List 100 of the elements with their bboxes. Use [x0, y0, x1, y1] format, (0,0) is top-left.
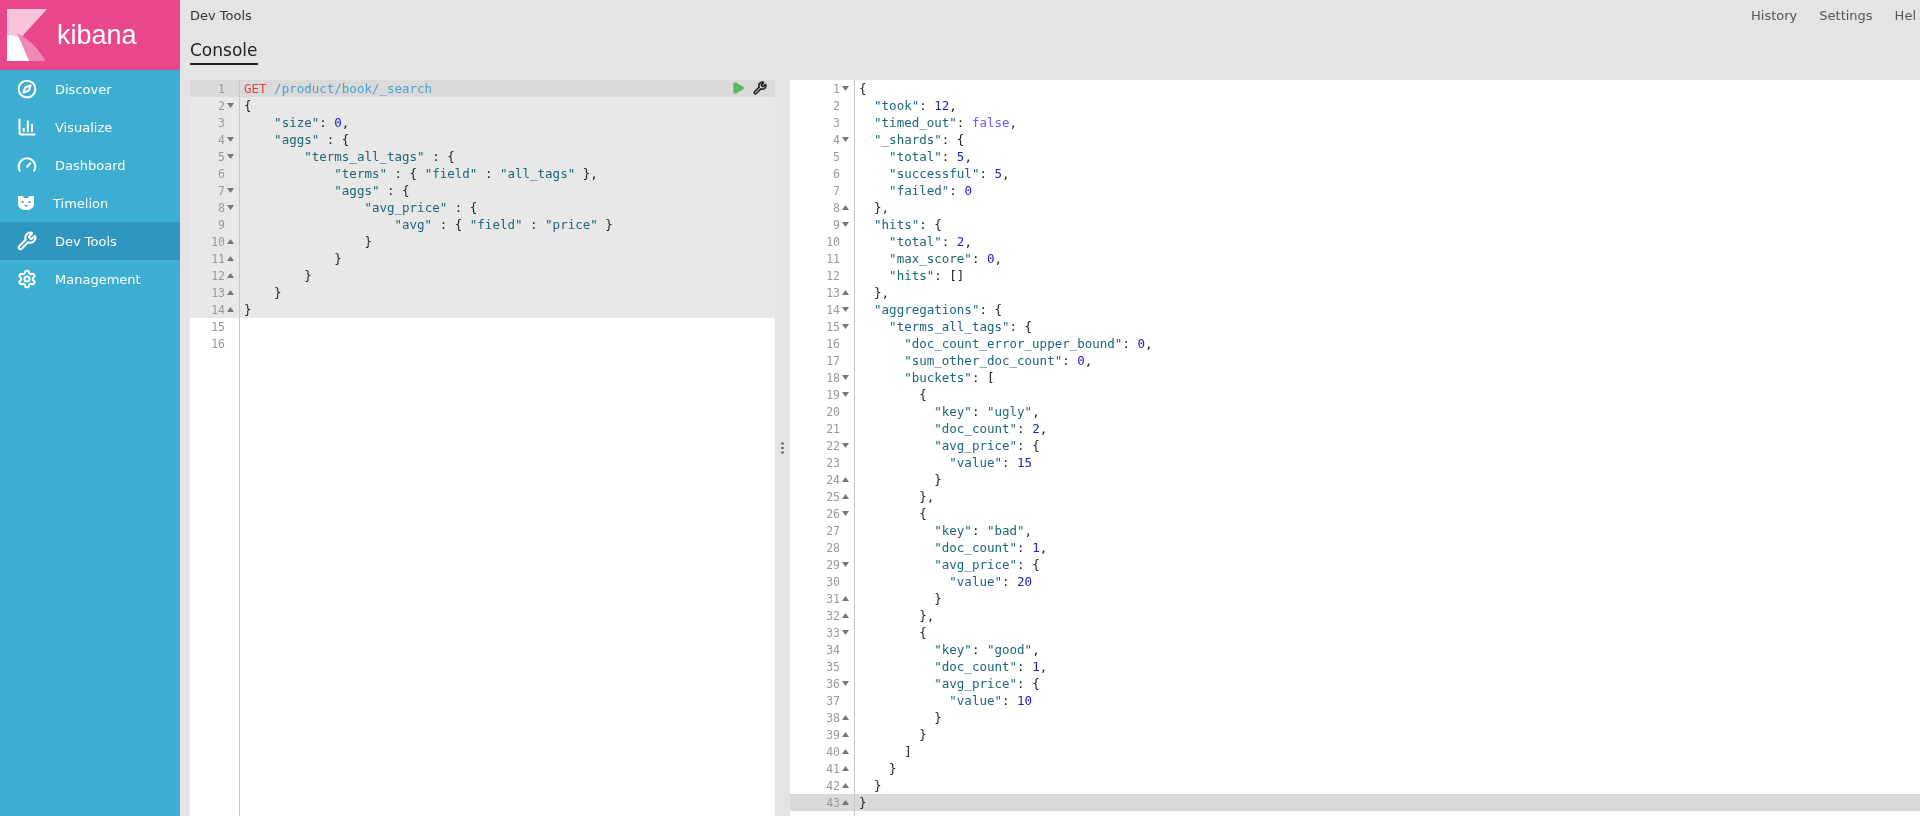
fold-close-icon[interactable] [841, 613, 849, 618]
line-number: 32 [826, 608, 840, 623]
code-line: "avg_price": { [933, 438, 1040, 453]
fold-close-icon[interactable] [841, 766, 849, 771]
code-line: { [243, 98, 252, 113]
code-line: } [933, 710, 942, 725]
compass-icon [17, 79, 37, 99]
line-number: 6 [833, 166, 840, 181]
line-number: 14 [826, 302, 840, 317]
nav-item[interactable]: Discover [0, 70, 180, 108]
code-line: "successful": 5, [888, 166, 1010, 181]
nav-item[interactable]: Management [0, 260, 180, 298]
line-number: 17 [826, 353, 840, 368]
fold-close-icon[interactable] [226, 256, 234, 261]
line-number: 11 [826, 251, 840, 266]
fold-open-icon[interactable] [226, 154, 234, 159]
fold-open-icon[interactable] [841, 443, 849, 448]
fold-close-icon[interactable] [841, 494, 849, 499]
fold-open-icon[interactable] [841, 630, 849, 635]
code-line: }, [918, 608, 935, 623]
line-number: 4 [833, 132, 840, 147]
code-line: "key": "bad", [933, 523, 1033, 538]
code-line: "_shards": { [873, 132, 965, 147]
nav-item[interactable]: Timelion [0, 184, 180, 222]
fold-close-icon[interactable] [841, 715, 849, 720]
line-number: 41 [826, 761, 840, 776]
fold-close-icon[interactable] [841, 290, 849, 295]
fold-open-icon[interactable] [841, 392, 849, 397]
line-number: 34 [826, 642, 840, 657]
fold-open-icon[interactable] [841, 86, 849, 91]
line-number: 9 [833, 217, 840, 232]
code-line: } [933, 591, 942, 606]
kibana-logo-icon [7, 9, 47, 61]
line-number: 8 [833, 200, 840, 215]
fold-open-icon[interactable] [841, 375, 849, 380]
fold-close-icon[interactable] [841, 477, 849, 482]
line-number: 29 [826, 557, 840, 572]
fold-close-icon[interactable] [841, 749, 849, 754]
fold-open-icon[interactable] [226, 103, 234, 108]
fold-close-icon[interactable] [841, 732, 849, 737]
fold-close-icon[interactable] [226, 273, 234, 278]
line-number: 43 [826, 795, 840, 810]
line-number: 16 [826, 336, 840, 351]
fold-close-icon[interactable] [226, 239, 234, 244]
logo-text: kibana [57, 19, 137, 51]
line-number: 16 [211, 336, 225, 351]
line-number: 9 [218, 217, 225, 232]
line-number: 27 [826, 523, 840, 538]
code-line: { [918, 625, 927, 640]
header-link[interactable]: Settings [1819, 8, 1873, 23]
fold-open-icon[interactable] [841, 511, 849, 516]
fold-close-icon[interactable] [226, 307, 234, 312]
code-line: "took": 12, [873, 98, 957, 113]
header-link[interactable]: Hel [1894, 8, 1916, 23]
breadcrumb[interactable]: Dev Tools [190, 8, 252, 23]
code-line: "aggs" : { [273, 132, 350, 147]
fold-open-icon[interactable] [226, 205, 234, 210]
fold-close-icon[interactable] [841, 205, 849, 210]
code-line: }, [873, 200, 890, 215]
fold-open-icon[interactable] [841, 137, 849, 142]
code-line: "timed_out": false, [873, 115, 1018, 130]
line-number: 4 [218, 132, 225, 147]
fold-close-icon[interactable] [841, 596, 849, 601]
header-link[interactable]: History [1751, 8, 1798, 23]
line-number: 1 [218, 81, 225, 96]
resize-handle-icon[interactable] [781, 442, 784, 454]
fold-close-icon[interactable] [841, 783, 849, 788]
code-line: } [303, 268, 312, 283]
code-line: } [243, 302, 252, 317]
line-number: 10 [211, 234, 225, 249]
wrench-button[interactable] [753, 81, 767, 95]
code-line: } [858, 795, 867, 810]
fold-open-icon[interactable] [841, 681, 849, 686]
fold-close-icon[interactable] [841, 800, 849, 805]
code-line: "hits": [] [888, 268, 965, 283]
fold-open-icon[interactable] [841, 324, 849, 329]
line-number: 3 [218, 115, 225, 130]
fold-open-icon[interactable] [841, 307, 849, 312]
line-number: 33 [826, 625, 840, 640]
nav-item[interactable]: Dashboard [0, 146, 180, 184]
code-line: "value": 10 [948, 693, 1033, 708]
line-number: 7 [833, 183, 840, 198]
code-line: "avg_price": { [933, 557, 1040, 572]
code-line: "avg" : { "field" : "price" } [393, 217, 613, 232]
nav-item[interactable]: Dev Tools [0, 222, 180, 260]
code-line: "aggs" : { [333, 183, 410, 198]
code-line: "terms_all_tags": { [888, 319, 1033, 334]
code-line: } [273, 285, 282, 300]
fold-close-icon[interactable] [226, 290, 234, 295]
fold-open-icon[interactable] [841, 222, 849, 227]
tab[interactable]: Console [190, 40, 258, 65]
line-number: 18 [826, 370, 840, 385]
code-line: "doc_count": 2, [933, 421, 1048, 436]
fold-open-icon[interactable] [226, 188, 234, 193]
fold-open-icon[interactable] [226, 137, 234, 142]
line-number: 25 [826, 489, 840, 504]
fold-open-icon[interactable] [841, 562, 849, 567]
line-number: 12 [211, 268, 225, 283]
nav-item[interactable]: Visualize [0, 108, 180, 146]
code-line: { [918, 506, 927, 521]
